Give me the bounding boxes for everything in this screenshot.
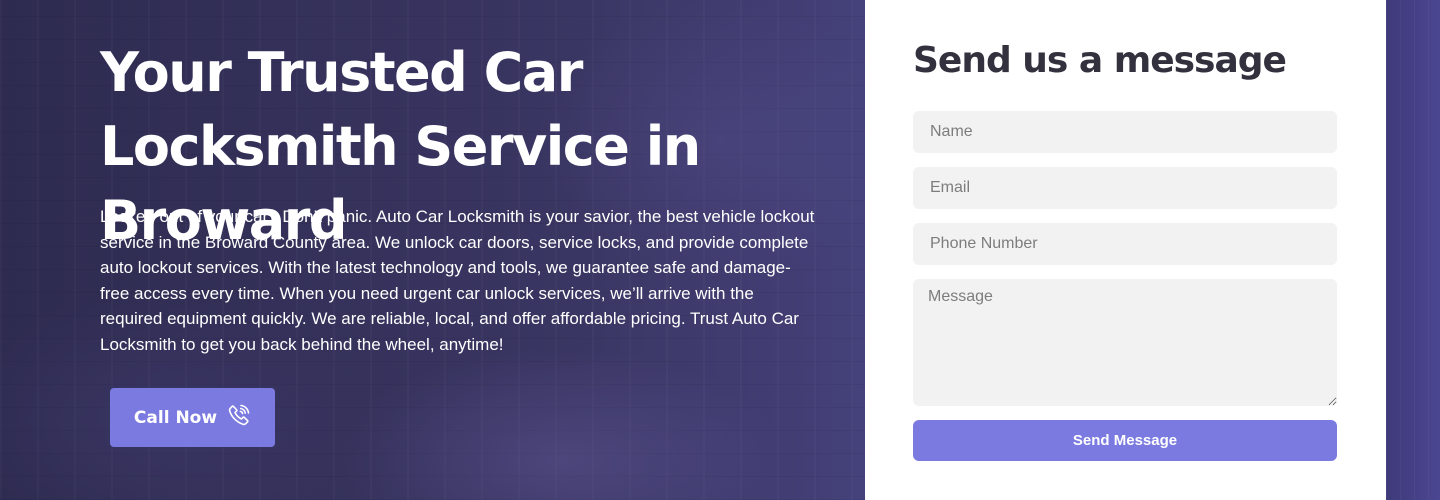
background-strip [1386,0,1440,500]
form-title: Send us a message [913,40,1287,81]
phone-ringing-icon [227,403,251,432]
name-field[interactable] [913,111,1337,153]
email-field[interactable] [913,167,1337,209]
intro-paragraph: Locked out of your car? Don’t panic. Aut… [100,207,815,354]
send-message-button[interactable]: Send Message [913,420,1337,461]
phone-field[interactable] [913,223,1337,265]
call-now-label: Call Now [133,407,218,428]
contact-form: Send us a message Send Message [865,0,1386,500]
call-now-button[interactable]: Call Now [110,388,275,447]
message-field[interactable] [913,279,1337,406]
